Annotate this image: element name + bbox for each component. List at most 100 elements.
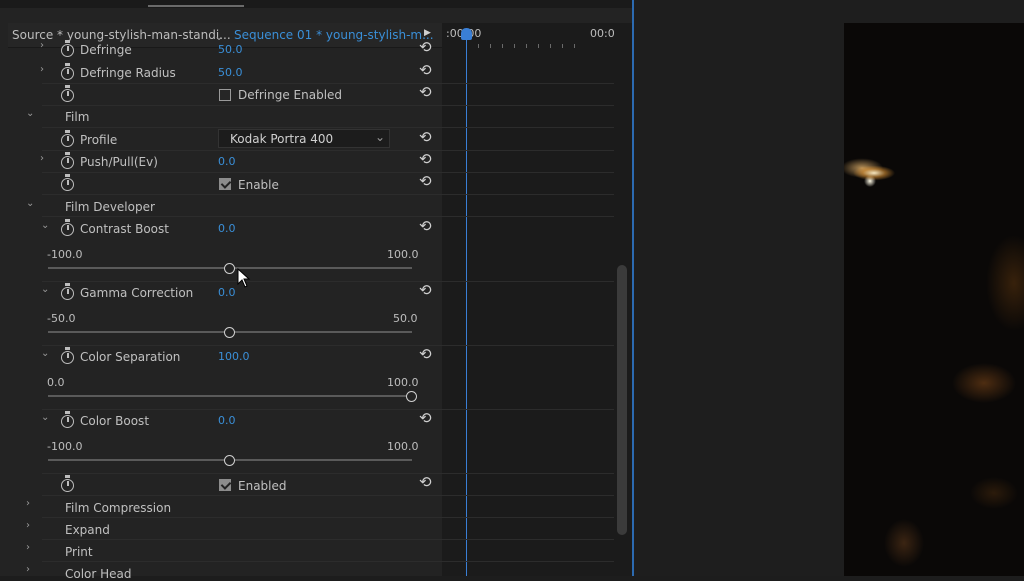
color-separation-slider-track[interactable] bbox=[48, 395, 412, 397]
reset-icon[interactable]: ⟲ bbox=[419, 217, 432, 235]
profile-label: Profile bbox=[80, 133, 118, 147]
stopwatch-icon[interactable] bbox=[61, 63, 74, 80]
play-icon[interactable]: ▶ bbox=[424, 28, 431, 38]
reset-icon[interactable]: ⟲ bbox=[419, 409, 432, 427]
chevron-down-icon[interactable]: ⌄ bbox=[26, 108, 34, 119]
color-boost-value[interactable]: 0.0 bbox=[218, 414, 236, 427]
reset-icon[interactable]: ⟲ bbox=[419, 128, 432, 146]
video-preview-frame[interactable] bbox=[844, 23, 1024, 576]
stopwatch-icon[interactable] bbox=[61, 475, 74, 492]
color-boost-label: Color Boost bbox=[80, 414, 150, 428]
row-divider bbox=[42, 281, 614, 282]
developer-enabled-checkbox[interactable] bbox=[219, 479, 231, 491]
row-divider bbox=[42, 127, 614, 128]
gamma-correction-max: 50.0 bbox=[393, 312, 418, 325]
row-divider bbox=[42, 345, 614, 346]
color-boost-slider-handle[interactable] bbox=[224, 455, 235, 466]
chevron-right-icon[interactable]: › bbox=[26, 498, 30, 509]
film-enable-label: Enable bbox=[238, 178, 279, 192]
chevron-right-icon[interactable]: › bbox=[26, 520, 30, 531]
developer-enabled-label: Enabled bbox=[238, 479, 287, 493]
profile-selected-value[interactable]: Kodak Portra 400 bbox=[230, 132, 333, 146]
reset-icon[interactable]: ⟲ bbox=[419, 473, 432, 491]
dropdown-caret-icon[interactable]: ⌄ bbox=[375, 130, 385, 144]
color-separation-slider-handle[interactable] bbox=[406, 391, 417, 402]
chevron-down-icon[interactable]: ⌄ bbox=[214, 29, 224, 43]
color-separation-min: 0.0 bbox=[47, 376, 65, 389]
reset-icon[interactable]: ⟲ bbox=[419, 83, 432, 101]
defringe-value[interactable]: 50.0 bbox=[218, 43, 243, 56]
defringe-radius-label: Defringe Radius bbox=[80, 66, 176, 80]
row-divider bbox=[42, 83, 614, 84]
gamma-correction-slider-handle[interactable] bbox=[224, 327, 235, 338]
row-divider bbox=[42, 172, 614, 173]
contrast-boost-max: 100.0 bbox=[387, 248, 419, 261]
chevron-down-icon[interactable]: ⌄ bbox=[41, 412, 49, 423]
active-tab-indicator bbox=[148, 5, 244, 7]
reset-icon[interactable]: ⟲ bbox=[419, 150, 432, 168]
row-divider bbox=[42, 561, 614, 562]
gamma-correction-value[interactable]: 0.0 bbox=[218, 286, 236, 299]
color-head-group-label[interactable]: Color Head bbox=[65, 567, 132, 581]
film-group-label[interactable]: Film bbox=[65, 110, 89, 124]
contrast-boost-min: -100.0 bbox=[47, 248, 83, 261]
chevron-down-icon[interactable]: ⌄ bbox=[41, 220, 49, 231]
film-compression-group-label[interactable]: Film Compression bbox=[65, 501, 171, 515]
stopwatch-icon[interactable] bbox=[61, 152, 74, 169]
chevron-right-icon[interactable]: › bbox=[26, 542, 30, 553]
row-divider bbox=[42, 495, 614, 496]
chevron-down-icon[interactable]: ⌄ bbox=[41, 348, 49, 359]
gamma-correction-min: -50.0 bbox=[47, 312, 76, 325]
defringe-enabled-checkbox[interactable] bbox=[219, 89, 231, 101]
chevron-right-icon[interactable]: › bbox=[40, 153, 44, 164]
timeline-tick bbox=[574, 44, 575, 48]
panel-scrollbar[interactable] bbox=[617, 265, 627, 535]
color-separation-max: 100.0 bbox=[387, 376, 419, 389]
chevron-down-icon[interactable]: ⌄ bbox=[26, 198, 34, 209]
defringe-radius-value[interactable]: 50.0 bbox=[218, 66, 243, 79]
chevron-down-icon[interactable]: ⌄ bbox=[41, 284, 49, 295]
stopwatch-icon[interactable] bbox=[61, 411, 74, 428]
film-developer-group-label[interactable]: Film Developer bbox=[65, 200, 155, 214]
print-group-label[interactable]: Print bbox=[65, 545, 93, 559]
stopwatch-icon[interactable] bbox=[61, 85, 74, 102]
expand-group-label[interactable]: Expand bbox=[65, 523, 110, 537]
stopwatch-icon[interactable] bbox=[61, 40, 74, 57]
stopwatch-icon[interactable] bbox=[61, 347, 74, 364]
push-pull-value[interactable]: 0.0 bbox=[218, 155, 236, 168]
reset-icon[interactable]: ⟲ bbox=[419, 281, 432, 299]
sequence-tab[interactable]: Sequence 01 * young-stylish-m... bbox=[234, 28, 434, 42]
chevron-right-icon[interactable]: › bbox=[40, 64, 44, 75]
push-pull-label: Push/Pull(Ev) bbox=[80, 155, 158, 169]
contrast-boost-value[interactable]: 0.0 bbox=[218, 222, 236, 235]
contrast-boost-slider-handle[interactable] bbox=[224, 263, 235, 274]
defringe-enabled-label: Defringe Enabled bbox=[238, 88, 343, 102]
defringe-label: Defringe bbox=[80, 43, 132, 57]
reset-icon[interactable]: ⟲ bbox=[419, 345, 432, 363]
reset-icon[interactable]: ⟲ bbox=[419, 172, 432, 190]
row-divider bbox=[42, 517, 614, 518]
timeline-tick bbox=[550, 44, 551, 48]
chevron-right-icon[interactable]: › bbox=[26, 564, 30, 575]
row-divider bbox=[42, 473, 614, 474]
timeline-tick bbox=[514, 44, 515, 48]
stopwatch-icon[interactable] bbox=[61, 130, 74, 147]
color-boost-min: -100.0 bbox=[47, 440, 83, 453]
chevron-right-icon[interactable]: › bbox=[40, 40, 44, 51]
row-divider bbox=[42, 539, 614, 540]
color-separation-value[interactable]: 100.0 bbox=[218, 350, 250, 363]
gamma-correction-label: Gamma Correction bbox=[80, 286, 194, 300]
stopwatch-icon[interactable] bbox=[61, 174, 74, 191]
playhead-handle[interactable] bbox=[461, 28, 472, 40]
timeline-tick bbox=[526, 44, 527, 48]
row-divider bbox=[42, 105, 614, 106]
timeline-tick bbox=[562, 44, 563, 48]
reset-icon[interactable]: ⟲ bbox=[419, 38, 432, 56]
stopwatch-icon[interactable] bbox=[61, 219, 74, 236]
film-enable-checkbox[interactable] bbox=[219, 178, 231, 190]
stopwatch-icon[interactable] bbox=[61, 283, 74, 300]
mouse-cursor-icon bbox=[237, 268, 251, 288]
row-divider bbox=[42, 216, 614, 217]
source-clip-tab[interactable]: Source * young-stylish-man-standi... bbox=[12, 28, 231, 42]
reset-icon[interactable]: ⟲ bbox=[419, 61, 432, 79]
